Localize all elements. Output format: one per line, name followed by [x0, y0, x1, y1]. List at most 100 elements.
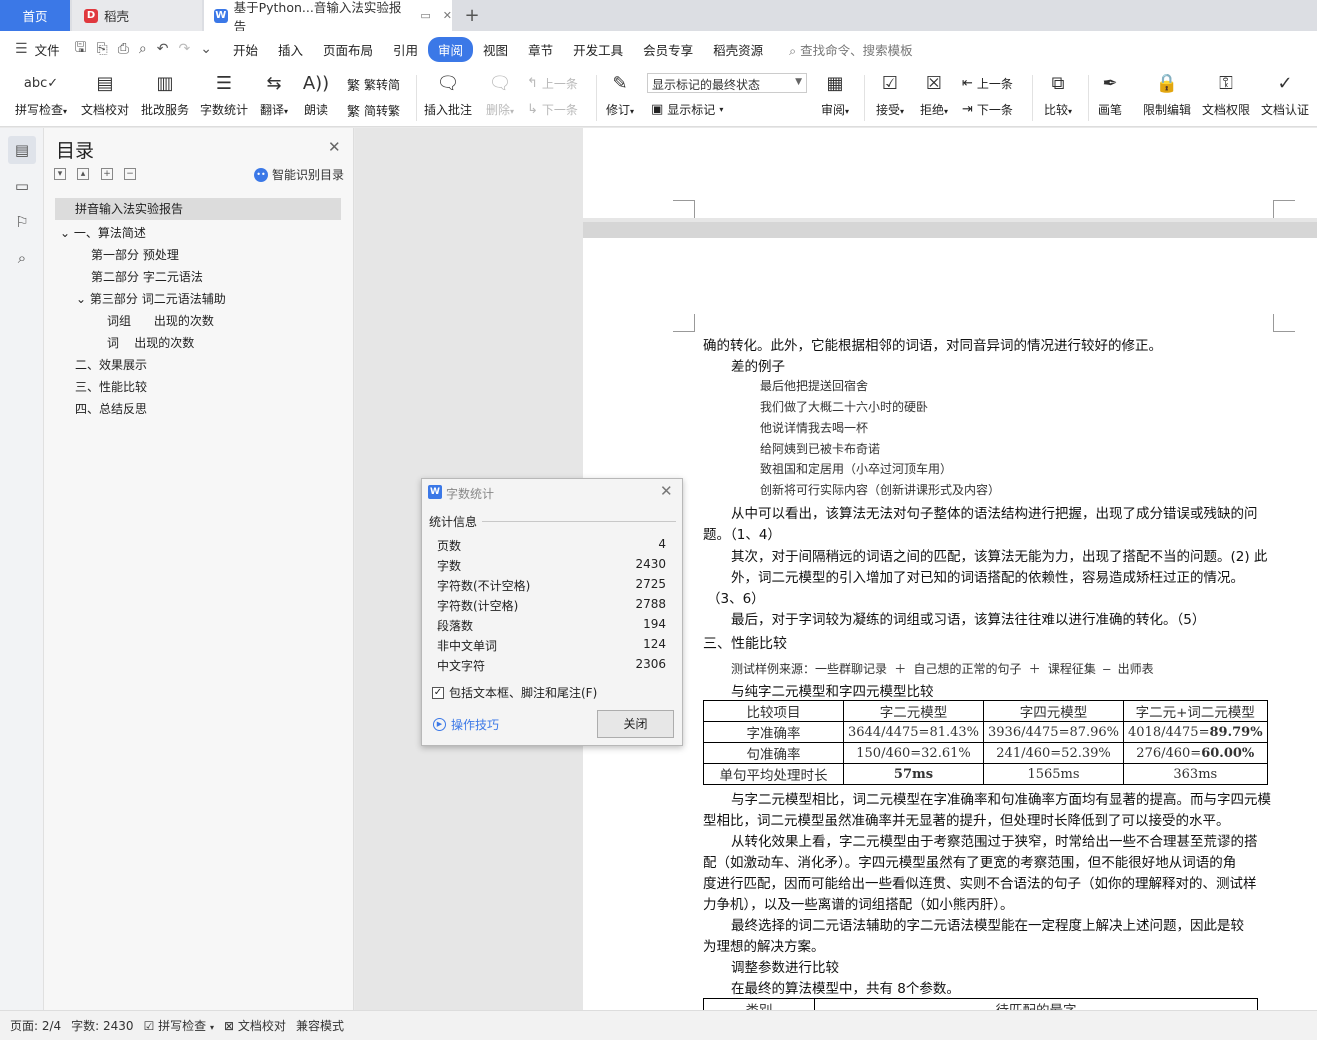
- spell-check-button[interactable]: abc✓ 拼写检查▾: [9, 69, 73, 118]
- stat-label: 字符数(计空格): [437, 599, 519, 613]
- review-pane-icon: ▦: [826, 72, 844, 94]
- tab-daoke[interactable]: D 稻壳: [72, 0, 202, 31]
- toc-item[interactable]: 词 出现的次数: [107, 334, 194, 351]
- stat-label: 字数: [437, 559, 462, 573]
- print-preview-icon[interactable]: ⌕: [134, 41, 152, 57]
- menu-developer[interactable]: 开发工具: [563, 37, 633, 62]
- review-service-button[interactable]: ▥ 批改服务: [133, 69, 197, 118]
- stat-label: 段落数: [437, 619, 474, 633]
- smart-icon: ••: [254, 167, 268, 182]
- prev-change-icon: ⇤: [962, 76, 973, 91]
- table-row: 单句平均处理时长 57ms 1565ms 363ms: [703, 763, 1268, 785]
- export-pdf-icon[interactable]: ⎘: [92, 41, 113, 57]
- toc-item[interactable]: 词组 出现的次数: [107, 312, 214, 329]
- doc-certify-button[interactable]: ✓ 文档认证: [1253, 69, 1317, 118]
- collapse-icon[interactable]: ▾: [54, 168, 66, 180]
- page-indicator[interactable]: 页面: 2/4: [10, 1017, 61, 1034]
- save-icon[interactable]: 🖫: [70, 37, 92, 61]
- to-simplified-button[interactable]: 繁繁转简: [347, 75, 400, 94]
- insert-comment-label: 插入批注: [423, 103, 472, 117]
- toc-item[interactable]: ⌄ 第三部分 词二元语法辅助: [76, 290, 226, 307]
- hamburger-icon[interactable]: ☰: [10, 41, 33, 57]
- pen-button[interactable]: ✒ 画笔: [1078, 69, 1142, 118]
- close-tab-icon[interactable]: ✕: [443, 9, 452, 22]
- toc-item[interactable]: 第一部分 预处理: [91, 246, 179, 263]
- toc-item[interactable]: 第二部分 字二元语法: [91, 268, 203, 285]
- menu-file[interactable]: 文件: [33, 37, 70, 62]
- doc-permission-button[interactable]: ⚿ 文档权限: [1194, 69, 1258, 118]
- menu-page-layout[interactable]: 页面布局: [313, 37, 383, 62]
- status-bar: 页面: 2/4 字数: 2430 ☑ 拼写检查 ▾ ⊠ 文档校对 兼容模式: [0, 1010, 1317, 1040]
- toc-item[interactable]: 拼音输入法实验报告: [55, 198, 341, 220]
- remove-icon[interactable]: −: [124, 168, 136, 180]
- crop-mark: [673, 314, 695, 332]
- doc-certify-label: 文档认证: [1260, 103, 1309, 117]
- tips-link[interactable]: ▶ 操作技巧: [433, 716, 499, 733]
- reject-button[interactable]: ☒ 拒绝▾: [902, 69, 966, 118]
- menu-view[interactable]: 视图: [473, 37, 518, 62]
- screen-icon[interactable]: ▭: [420, 9, 430, 22]
- track-changes-button[interactable]: ✎ 修订▾: [588, 69, 652, 118]
- word-count-dialog: W 字数统计 ✕ 统计信息 页数 4 字数 2430 字符数(不计空格) 272…: [421, 478, 683, 746]
- expand-up-icon[interactable]: ▴: [77, 168, 89, 180]
- table-header-row: 比较项目 字二元模型 字四元模型 字二元+词二元模型: [703, 700, 1268, 722]
- menu-review[interactable]: 审阅: [428, 36, 474, 62]
- close-icon[interactable]: ✕: [328, 138, 341, 156]
- menu-start[interactable]: 开始: [223, 37, 268, 62]
- chapter-icon[interactable]: ▭: [8, 172, 36, 200]
- more-icon[interactable]: ⌄: [195, 41, 217, 57]
- smart-toc-button[interactable]: •• 智能识别目录: [254, 166, 344, 183]
- menu-bar: ☰ 文件 🖫 ⎘ ⎙ ⌕ ↶ ↷ ⌄ 开始 插入 页面布局 引用 审阅 视图 章…: [0, 31, 1317, 67]
- undo-icon[interactable]: ↶: [152, 41, 174, 57]
- next-change-button[interactable]: ⇥ 下一条: [962, 101, 1013, 118]
- bookmark-icon[interactable]: ⚐: [8, 208, 36, 236]
- divider: [482, 521, 676, 522]
- menu-daoke-resources[interactable]: 稻壳资源: [703, 37, 773, 62]
- menu-chapter[interactable]: 章节: [518, 37, 563, 62]
- toc-item[interactable]: 四、总结反思: [75, 400, 147, 417]
- close-icon[interactable]: ✕: [660, 482, 673, 500]
- command-search[interactable]: ⌕ 查找命令、搜索模板: [789, 40, 913, 59]
- lock-doc-icon: 🔒: [1155, 72, 1179, 94]
- toc-pane: 目录 ✕ ▾ ▴ + − •• 智能识别目录 拼音输入法实验报告 ⌄ 一、算法简述…: [44, 128, 354, 1010]
- proofread-button[interactable]: ▤ 文档校对: [73, 69, 137, 118]
- include-textbox-checkbox[interactable]: ✓ 包括文本框、脚注和尾注(F): [432, 684, 597, 701]
- word-count-indicator[interactable]: 字数: 2430: [71, 1017, 133, 1034]
- restrict-editing-button[interactable]: 🔒 限制编辑: [1135, 69, 1199, 118]
- status-proofread[interactable]: ⊠ 文档校对: [224, 1017, 286, 1034]
- redo-icon[interactable]: ↷: [174, 41, 196, 57]
- markup-state-select[interactable]: 显示标记的最终状态 ▼: [647, 73, 807, 93]
- next-comment-button[interactable]: ↳ 下一条: [527, 101, 578, 118]
- chevron-down-icon[interactable]: ⌄: [60, 226, 70, 240]
- menu-references[interactable]: 引用: [383, 37, 428, 62]
- table-row: 字准确率 3644/4475=81.43% 3936/4475=87.96% 4…: [703, 721, 1268, 743]
- toc-icon[interactable]: ▤: [8, 136, 36, 164]
- add-icon[interactable]: +: [101, 168, 113, 180]
- chevron-down-icon[interactable]: ⌄: [76, 292, 86, 306]
- prev-change-button[interactable]: ⇤ 上一条: [962, 75, 1013, 92]
- menu-insert[interactable]: 插入: [268, 37, 313, 62]
- toc-item[interactable]: ⌄ 一、算法简述: [60, 224, 146, 241]
- to-simplified-label: 繁转简: [364, 78, 401, 92]
- print-icon[interactable]: ⎙: [113, 41, 134, 57]
- prev-comment-button[interactable]: ↰ 上一条: [527, 75, 578, 92]
- toc-item[interactable]: 二、效果展示: [75, 356, 147, 373]
- tab-home[interactable]: 首页: [0, 0, 70, 31]
- show-markup-button[interactable]: ▣ 显示标记 ▾: [651, 101, 723, 118]
- tab-document[interactable]: W 基于Python...音输入法实验报告 ▭ ✕: [204, 0, 452, 34]
- paragraph: 配（如激动车、消化矛）。字四元模型虽然有了更宽的考察范围，但不能很好地从词语的角: [703, 855, 1237, 871]
- table-cell: 3936/4475=87.96%: [983, 721, 1125, 743]
- toc-item-label: 词 出现的次数: [107, 336, 195, 350]
- wps-writer-icon: W: [214, 8, 228, 23]
- checkbox-checked-icon[interactable]: ✓: [432, 686, 444, 699]
- compat-mode-indicator: 兼容模式: [295, 1019, 344, 1033]
- menu-member[interactable]: 会员专享: [633, 37, 703, 62]
- new-tab-button[interactable]: +: [460, 0, 484, 31]
- status-spell-check[interactable]: ☑ 拼写检查 ▾: [144, 1017, 214, 1034]
- to-traditional-button[interactable]: 繁简转繁: [347, 101, 400, 120]
- delete-comment-button[interactable]: 🗨 删除▾: [468, 69, 532, 118]
- toc-item[interactable]: 三、性能比较: [75, 378, 147, 395]
- read-aloud-button[interactable]: A)) 朗读: [284, 69, 348, 118]
- close-button[interactable]: 关闭: [597, 710, 674, 738]
- search-icon[interactable]: ⌕: [8, 244, 36, 272]
